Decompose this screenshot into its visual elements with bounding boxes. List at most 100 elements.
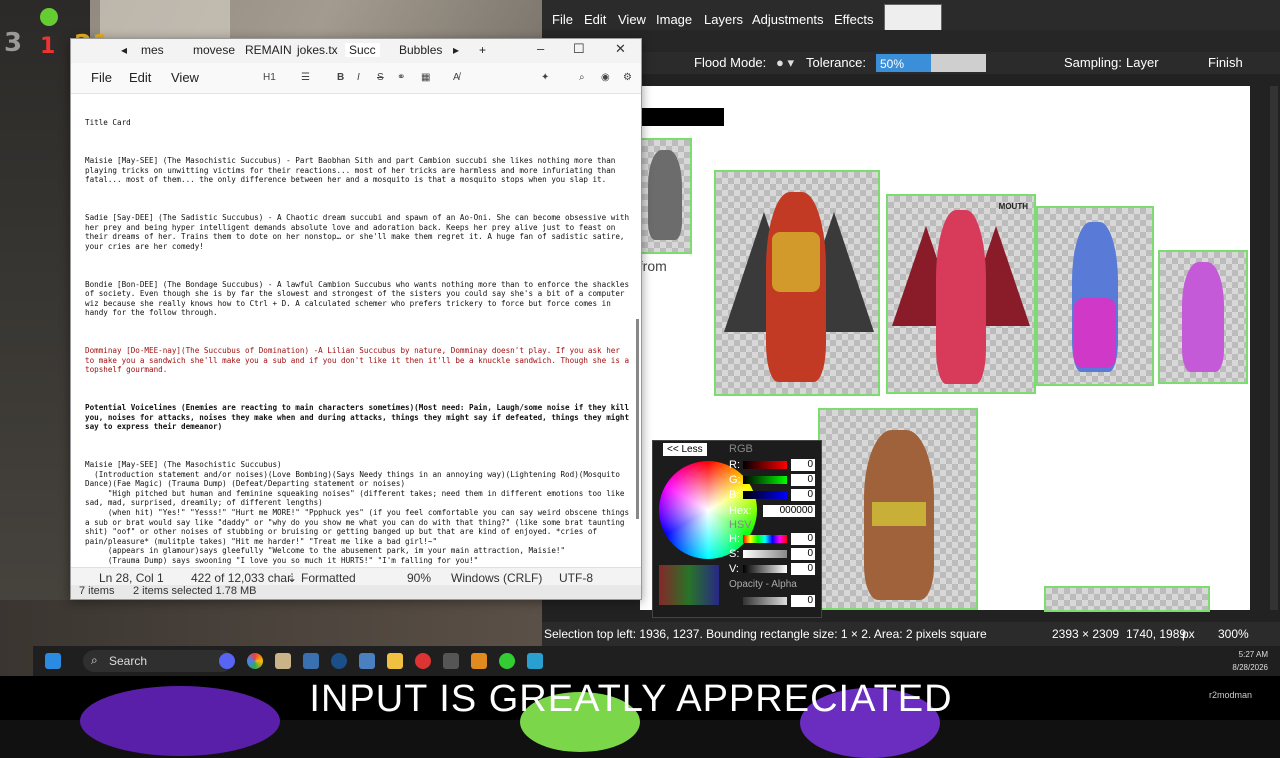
sprite-satyr[interactable] <box>818 408 978 610</box>
search-icon-np[interactable]: ⌕ <box>579 72 585 83</box>
tolerance-label: Tolerance: <box>806 55 866 70</box>
menu-edit[interactable]: Edit <box>584 12 606 27</box>
palette-swatches[interactable] <box>659 565 719 605</box>
menu-image[interactable]: Image <box>656 12 692 27</box>
alpha-value[interactable]: 0 <box>791 595 815 607</box>
g-slider[interactable] <box>743 476 787 484</box>
np-zoom[interactable]: 90% <box>407 571 431 585</box>
text-paragraph: Bondie [Bon-DEE] (The Bondage Succubus) … <box>85 279 630 318</box>
chrome-icon[interactable] <box>247 653 263 669</box>
sprite-gargoyle[interactable] <box>640 138 692 254</box>
image-size: 2393 × 2309 <box>1052 627 1120 641</box>
bold-button[interactable]: B <box>337 72 344 83</box>
cursor-position: 1740, 1989 <box>1126 627 1187 641</box>
app-icon[interactable] <box>275 653 291 669</box>
h-slider[interactable] <box>743 535 787 543</box>
r-slider[interactable] <box>743 461 787 469</box>
maximize-icon[interactable]: ☐ <box>573 41 585 57</box>
app-icon-5[interactable] <box>499 653 515 669</box>
tolerance-slider[interactable]: 50% <box>876 54 986 72</box>
hex-value[interactable]: 000000 <box>763 505 815 517</box>
copilot-icon[interactable]: ✦ <box>541 72 549 83</box>
scroll-right-icon[interactable]: ▸ <box>453 43 459 57</box>
app-icon-4[interactable] <box>471 653 487 669</box>
b-value[interactable]: 0 <box>791 489 815 501</box>
taskbar-search[interactable]: ⌕ Search <box>83 650 233 672</box>
sampling-layer-dropdown[interactable]: Layer <box>1126 55 1159 70</box>
taskbar-clock[interactable]: 5:27 AM 8/28/2026 <box>1232 648 1268 674</box>
sprite-pink-succubus[interactable]: MOUTH <box>886 194 1036 394</box>
sprite-partial[interactable] <box>1044 586 1210 612</box>
tab-movese[interactable]: movese <box>193 43 235 57</box>
line-endings[interactable]: Windows (CRLF) <box>451 571 542 585</box>
app-icon-3[interactable] <box>443 653 459 669</box>
alpha-slider[interactable] <box>743 597 787 605</box>
tab-jokes[interactable]: jokes.tx <box>297 43 338 57</box>
notepad-text-area[interactable]: Title Card Maisie [May-SEE] (The Masochi… <box>85 99 633 571</box>
tab-remain[interactable]: REMAIN <box>245 43 292 57</box>
notepad-icon[interactable] <box>527 653 543 669</box>
menu-effects[interactable]: Effects <box>834 12 874 27</box>
less-button[interactable]: << Less <box>663 443 707 456</box>
v-value[interactable]: 0 <box>791 563 815 575</box>
list-icon[interactable]: ☰ <box>301 72 310 83</box>
minimize-icon[interactable]: – <box>537 41 544 56</box>
discord-icon[interactable] <box>219 653 235 669</box>
np-menu-edit[interactable]: Edit <box>129 70 151 85</box>
settings-gear-icon[interactable]: ⚙ <box>623 72 632 83</box>
paintnet-icon[interactable] <box>359 653 375 669</box>
sprite-red-demon[interactable] <box>714 170 880 396</box>
strikethrough-button[interactable]: S <box>377 72 384 83</box>
r-value[interactable]: 0 <box>791 459 815 471</box>
file-explorer-icon[interactable] <box>387 653 403 669</box>
encoding[interactable]: UTF-8 <box>559 571 593 585</box>
tab-bubbles[interactable]: Bubbles <box>399 43 442 57</box>
notepad-scrollbar[interactable] <box>636 319 639 519</box>
hud-counter-a: 3 <box>4 28 23 58</box>
b-slider[interactable] <box>743 491 787 499</box>
s-slider[interactable] <box>743 550 787 558</box>
flood-mode-icon[interactable]: ● ▾ <box>776 55 794 71</box>
menu-view[interactable]: View <box>618 12 646 27</box>
clock-date: 8/28/2026 <box>1232 663 1268 672</box>
s-value[interactable]: 0 <box>791 548 815 560</box>
menu-adjustments[interactable]: Adjustments <box>752 12 824 27</box>
obs-icon[interactable] <box>415 653 431 669</box>
h-value[interactable]: 0 <box>791 533 815 545</box>
menu-file[interactable]: File <box>552 12 573 27</box>
new-tab-icon[interactable]: + <box>479 43 486 57</box>
unit-selector[interactable]: px <box>1182 627 1195 641</box>
tab-succ-active[interactable]: Succ <box>345 43 380 57</box>
scroll-left-icon[interactable]: ◂ <box>121 43 127 57</box>
text-paragraph: Sadie [Say-DEE] (The Sadistic Succubus) … <box>85 212 630 251</box>
start-icon[interactable] <box>45 653 61 669</box>
sampling-label: Sampling: <box>1064 55 1122 70</box>
hsv-header: HSV <box>729 519 752 531</box>
search-placeholder: Search <box>109 654 148 668</box>
clear-format-icon[interactable]: A̸ <box>453 72 460 83</box>
account-icon[interactable]: ◉ <box>601 72 610 83</box>
sprite-blue-succubus[interactable] <box>1036 206 1154 386</box>
zoom-level[interactable]: 300% <box>1218 627 1249 641</box>
finish-button[interactable]: Finish <box>1208 55 1243 70</box>
np-menu-file[interactable]: File <box>91 70 112 85</box>
g-value[interactable]: 0 <box>791 474 815 486</box>
app-icon-2[interactable] <box>303 653 319 669</box>
close-icon[interactable]: ✕ <box>615 41 626 57</box>
paintnet-status-bar: Selection top left: 1936, 1237. Bounding… <box>542 622 1280 648</box>
formatted-toggle[interactable]: Formatted <box>301 571 356 585</box>
np-menu-view[interactable]: View <box>171 70 199 85</box>
steam-icon[interactable] <box>331 653 347 669</box>
explorer-status-strip: 7 items 2 items selected 1.78 MB <box>71 585 641 599</box>
menu-layers[interactable]: Layers <box>704 12 743 27</box>
heading-dropdown[interactable]: H1 <box>263 72 276 83</box>
sprite-purple-succubus[interactable] <box>1158 250 1248 384</box>
tab-mes[interactable]: mes <box>141 43 164 57</box>
link-icon[interactable]: ⚭ <box>397 72 405 83</box>
hud-counter-b: 1 <box>40 34 56 59</box>
v-slider[interactable] <box>743 565 787 573</box>
italic-button[interactable]: I <box>357 72 360 83</box>
sprite-mouth-label: MOUTH <box>998 202 1028 211</box>
table-icon[interactable]: ▦ <box>421 72 430 83</box>
canvas-scrollbar[interactable] <box>1270 86 1278 610</box>
